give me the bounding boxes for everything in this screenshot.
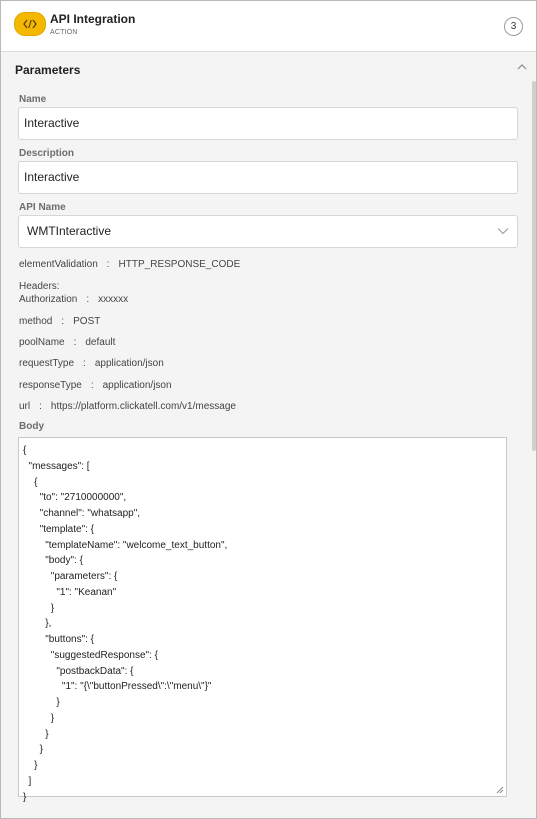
element-validation-row: elementValidation: HTTP_RESPONSE_CODE	[19, 259, 240, 270]
authorization-row: Authorization: xxxxxx	[19, 294, 128, 305]
response-type-row: responseType: application/json	[19, 380, 172, 391]
pool-name-value: default	[85, 337, 116, 348]
scrollbar[interactable]	[532, 81, 536, 451]
element-validation-key: elementValidation	[19, 259, 98, 270]
method-key: method	[19, 316, 53, 327]
description-label: Description	[19, 148, 75, 159]
request-type-row: requestType: application/json	[19, 358, 164, 369]
url-row: url: https://platform.clickatell.com/v1/m…	[19, 401, 236, 412]
api-name-selected-value: WMTInteractive	[27, 224, 112, 238]
separator: :	[39, 401, 42, 412]
chevron-down-icon	[497, 228, 509, 235]
parameters-section-title: Parameters	[15, 63, 81, 77]
pool-name-row: poolName: default	[19, 337, 115, 348]
body-label: Body	[19, 421, 44, 432]
action-type-badge	[14, 12, 46, 36]
authorization-value: xxxxxx	[98, 294, 129, 305]
response-type-value: application/json	[102, 380, 172, 391]
url-value: https://platform.clickatell.com/v1/messa…	[50, 401, 236, 412]
code-icon	[23, 19, 37, 29]
method-row: method: POST	[19, 316, 100, 327]
separator: :	[61, 316, 65, 327]
separator: :	[83, 358, 86, 369]
method-value: POST	[73, 316, 101, 327]
body-textarea[interactable]: { "messages": [ { "to": "2710000000", "c…	[18, 437, 507, 803]
separator: :	[73, 337, 77, 348]
element-validation-value: HTTP_RESPONSE_CODE	[118, 259, 241, 270]
step-number-badge[interactable]: 3	[504, 17, 523, 36]
api-name-select[interactable]: WMTInteractive	[18, 215, 518, 248]
pool-name-key: poolName	[19, 337, 65, 348]
api-integration-panel: API Integration ACTION 3 Parameters Name…	[0, 0, 537, 819]
separator: :	[106, 259, 110, 270]
panel-header: API Integration ACTION 3	[1, 1, 536, 52]
description-field[interactable]: Interactive	[18, 161, 518, 194]
url-key: url	[19, 401, 31, 412]
chevron-up-icon[interactable]	[516, 63, 528, 71]
resize-handle-icon[interactable]	[495, 785, 504, 794]
panel-title: API Integration	[50, 12, 136, 26]
name-label: Name	[19, 94, 47, 105]
authorization-key: Authorization	[19, 294, 78, 305]
request-type-key: requestType	[19, 358, 75, 369]
body-json-text: { "messages": [ { "to": "2710000000", "c…	[23, 445, 228, 803]
response-type-key: responseType	[19, 380, 82, 391]
request-type-value: application/json	[94, 358, 164, 369]
headers-label: Headers:	[19, 281, 60, 292]
panel-subtitle: ACTION	[50, 29, 78, 36]
separator: :	[86, 294, 90, 305]
api-name-label: API Name	[19, 202, 66, 213]
separator: :	[90, 380, 94, 391]
name-field[interactable]: Interactive	[18, 107, 518, 140]
